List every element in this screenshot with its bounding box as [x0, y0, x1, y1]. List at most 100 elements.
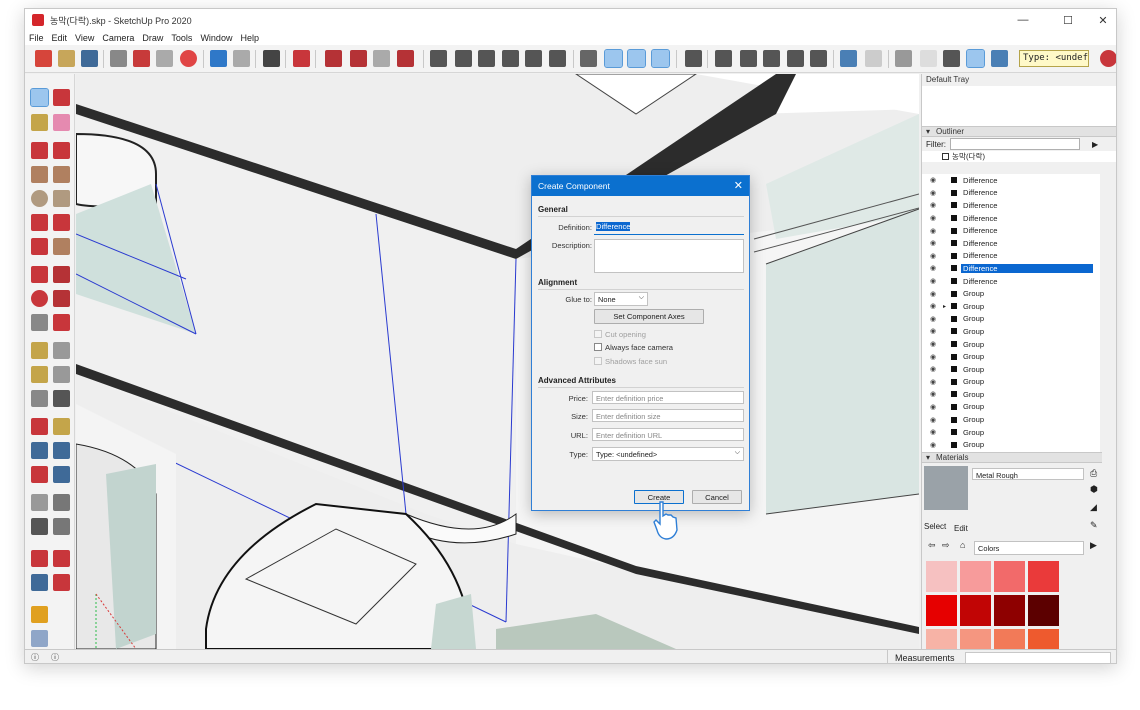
outliner-scrollbar[interactable]: [1110, 174, 1116, 460]
visibility-eye-icon[interactable]: ◉: [930, 277, 939, 285]
tape-measure-icon[interactable]: [31, 342, 48, 359]
cancel-button[interactable]: Cancel: [692, 490, 742, 504]
material-swatch[interactable]: [1028, 629, 1059, 649]
save-icon[interactable]: [81, 50, 98, 67]
push-pull-icon[interactable]: [53, 266, 70, 283]
outliner-row[interactable]: ◉ Difference: [922, 199, 1100, 212]
material-swatch[interactable]: [994, 629, 1025, 649]
redo-icon[interactable]: [233, 50, 250, 67]
outliner-row[interactable]: ◉ Difference: [922, 224, 1100, 237]
section-fill-icon[interactable]: [763, 50, 780, 67]
always-face-camera-checkbox[interactable]: [594, 343, 602, 351]
style-shaded-icon[interactable]: [943, 50, 960, 67]
material-swatch[interactable]: [926, 595, 957, 626]
copy-icon[interactable]: [133, 50, 150, 67]
zoom-window-icon[interactable]: [53, 442, 70, 459]
menu-edit[interactable]: Edit: [52, 33, 68, 43]
menu-camera[interactable]: Camera: [102, 33, 134, 43]
visibility-eye-icon[interactable]: ◉: [930, 227, 939, 235]
menu-window[interactable]: Window: [200, 33, 232, 43]
pie-icon[interactable]: [53, 238, 70, 255]
front-view-icon[interactable]: [478, 50, 495, 67]
forward-icon[interactable]: ⇨: [942, 540, 950, 551]
scale-icon[interactable]: [31, 314, 48, 331]
model-info-icon[interactable]: [293, 50, 310, 67]
expand-arrow-icon[interactable]: ▸: [943, 303, 949, 310]
style-back-edges-icon[interactable]: [865, 50, 882, 67]
cut-icon[interactable]: [110, 50, 127, 67]
details-arrow-icon[interactable]: ▶: [1090, 540, 1097, 551]
style-textures-icon[interactable]: [966, 49, 985, 68]
visibility-eye-icon[interactable]: ◉: [930, 365, 939, 373]
dialog-close-icon[interactable]: ✕: [734, 179, 743, 192]
previous-view-icon[interactable]: [53, 466, 70, 483]
material-name-field[interactable]: Metal Rough: [972, 468, 1084, 480]
outliner-details-icon[interactable]: ▶: [1092, 140, 1098, 149]
visibility-eye-icon[interactable]: ◉: [930, 378, 939, 386]
dimension-icon[interactable]: [53, 342, 70, 359]
outliner-row[interactable]: ◉ Group: [922, 426, 1100, 439]
component-icon[interactable]: [373, 50, 390, 67]
3d-text-icon[interactable]: [53, 390, 70, 407]
type-field[interactable]: Type: <undefined>: [1019, 50, 1089, 67]
component-attributes-icon[interactable]: [31, 630, 48, 647]
visibility-eye-icon[interactable]: ◉: [930, 302, 939, 310]
visibility-eye-icon[interactable]: ◉: [930, 340, 939, 348]
print-icon[interactable]: [263, 50, 280, 67]
style-wireframe-icon[interactable]: [895, 50, 912, 67]
paste-icon[interactable]: [156, 50, 173, 67]
cut-opening-checkbox[interactable]: [594, 330, 602, 338]
left-view-icon[interactable]: [549, 50, 566, 67]
section-plane-icon[interactable]: [715, 50, 732, 67]
visibility-eye-icon[interactable]: ◉: [930, 441, 939, 449]
home-icon[interactable]: ⌂: [960, 540, 965, 550]
minimize-button[interactable]: —: [1008, 9, 1038, 31]
visibility-eye-icon[interactable]: ◉: [930, 390, 939, 398]
geo-location-icon[interactable]: ⓘ: [31, 652, 39, 663]
xray-icon[interactable]: [580, 50, 597, 67]
price-input[interactable]: Enter definition price: [592, 391, 744, 404]
section-plane-tool-icon[interactable]: [53, 518, 70, 535]
outliner-row[interactable]: ◉ Group: [922, 363, 1100, 376]
line-icon[interactable]: [31, 142, 48, 159]
select-tab[interactable]: Select: [924, 522, 946, 531]
material-swatch[interactable]: [994, 561, 1025, 592]
rotated-rectangle-icon[interactable]: [53, 166, 70, 183]
visibility-eye-icon[interactable]: ◉: [930, 252, 939, 260]
outliner-row[interactable]: ◉ Difference: [922, 262, 1100, 275]
type-select[interactable]: Type: <undefined> ⌵: [592, 447, 744, 461]
menu-tools[interactable]: Tools: [171, 33, 192, 43]
top-view-icon[interactable]: [455, 50, 472, 67]
make-component-icon[interactable]: [325, 50, 342, 67]
filter-input[interactable]: [950, 138, 1080, 150]
outliner-row[interactable]: ◉ Difference: [922, 187, 1100, 200]
move-icon[interactable]: [31, 266, 48, 283]
walk-icon[interactable]: [31, 518, 48, 535]
iso-view-icon[interactable]: [430, 50, 447, 67]
outliner-row[interactable]: ◉ ▸ Group: [922, 300, 1100, 313]
dynamic-component-icon[interactable]: [31, 606, 48, 623]
shadows-face-sun-checkbox[interactable]: [594, 357, 602, 365]
group-icon[interactable]: [397, 50, 414, 67]
visibility-eye-icon[interactable]: ◉: [930, 327, 939, 335]
material-swatch[interactable]: [1028, 561, 1059, 592]
outliner-row[interactable]: ◉ Group: [922, 325, 1100, 338]
outliner-row[interactable]: ◉ Group: [922, 338, 1100, 351]
menu-view[interactable]: View: [75, 33, 94, 43]
get-models-icon[interactable]: [31, 550, 48, 567]
credits-icon[interactable]: ⓘ: [51, 652, 59, 663]
right-view-icon[interactable]: [502, 50, 519, 67]
definition-input[interactable]: Difference: [594, 220, 744, 235]
extension-manager-icon[interactable]: [53, 574, 70, 591]
materials-header[interactable]: ▾ Materials: [922, 452, 1102, 463]
circle-icon[interactable]: [31, 190, 48, 207]
visibility-eye-icon[interactable]: ◉: [930, 416, 939, 424]
style-monochrome-icon[interactable]: [991, 50, 1008, 67]
description-input[interactable]: [594, 239, 744, 273]
zoom-extents-icon[interactable]: [31, 466, 48, 483]
back-view-icon[interactable]: [525, 50, 542, 67]
measurements-box[interactable]: [965, 652, 1111, 663]
axes-icon[interactable]: [31, 390, 48, 407]
arc-icon[interactable]: [31, 214, 48, 231]
follow-me-icon[interactable]: [53, 290, 70, 307]
